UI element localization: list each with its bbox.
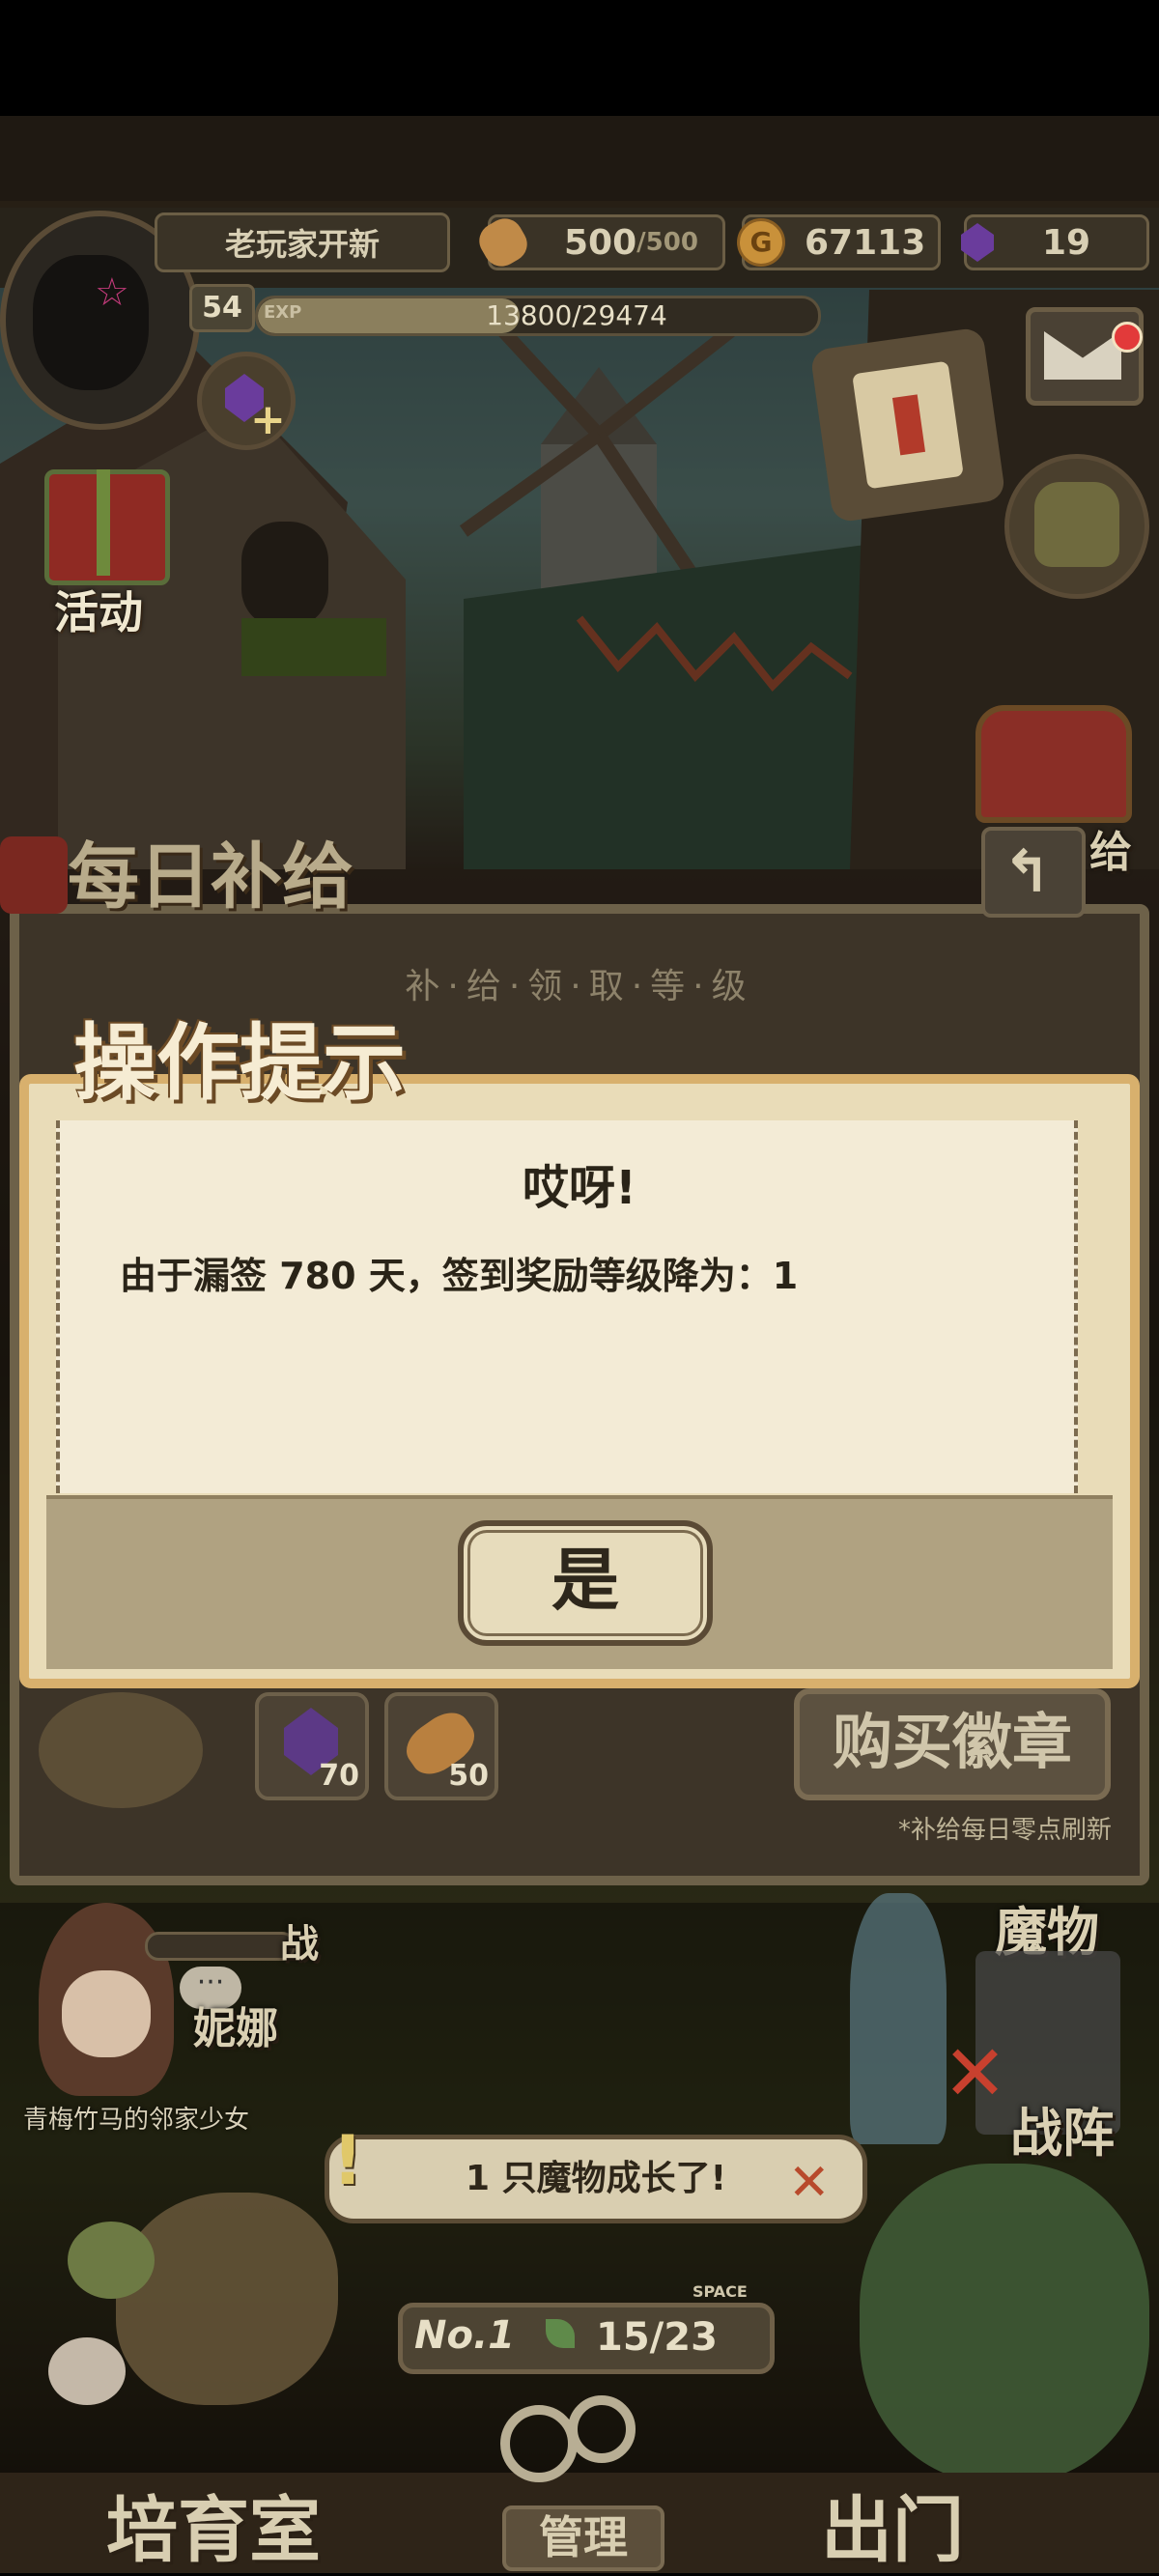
stamina-value: 500 [564, 222, 637, 263]
gem-icon [961, 223, 994, 262]
stamina-display: 500 /500 [472, 212, 725, 273]
battle-label: 战 [280, 1921, 319, 1967]
tree-decor [860, 2164, 1149, 2482]
player-name[interactable]: 老玩家开新 [155, 212, 450, 272]
status-bar [0, 0, 1159, 116]
player-level: 54 [189, 284, 255, 332]
supply-chest-icon [0, 836, 68, 914]
rank-label: No.1 [414, 2313, 515, 2358]
event-label: 活动 [54, 586, 143, 638]
gold-coin-icon: G [737, 218, 785, 267]
plus-icon: + [250, 395, 286, 444]
back-button[interactable]: ↰ [981, 827, 1086, 918]
gift-ribbon [97, 469, 110, 576]
dialog-message: 由于漏签 780 天，签到奖励等级降为：1 [120, 1255, 799, 1297]
manage-button[interactable]: 管理 [502, 2505, 664, 2571]
reward-count: 70 [319, 1759, 359, 1793]
space-count: 15/23 [596, 2315, 718, 2360]
mail-button[interactable] [1026, 307, 1144, 406]
close-icon[interactable]: ✕ [788, 2154, 831, 2212]
character-card[interactable] [19, 1893, 193, 2115]
gold-display: G 67113 [737, 214, 941, 270]
daily-supply-title: 每日补给 [68, 835, 353, 919]
notification-dot [1112, 322, 1143, 353]
exp-bar: EXP 13800/29474 [255, 296, 821, 336]
quest-scroll-button[interactable] [809, 326, 1006, 524]
exp-text: 13800/29474 [486, 299, 667, 331]
back-arrow-icon: ↰ [1003, 838, 1052, 906]
reward-count: 50 [448, 1759, 489, 1793]
reward-slot-bread[interactable]: 50 [384, 1692, 498, 1800]
gem-display: 19 [961, 214, 1149, 270]
breed-room-button[interactable]: 培育室 [106, 2473, 321, 2576]
reward-slot-gems[interactable]: 70 [255, 1692, 369, 1800]
keys-icon [491, 2386, 684, 2502]
gem-value: 19 [1042, 222, 1091, 263]
add-gem-button[interactable]: + [197, 352, 296, 450]
avatar-portrait [33, 255, 149, 390]
backpack-button[interactable] [1004, 454, 1149, 599]
envelope-icon [1044, 331, 1121, 380]
growth-notification[interactable]: 1 只魔物成长了! [325, 2135, 867, 2223]
monster-figure [850, 1893, 947, 2144]
event-button[interactable]: 活动 [15, 450, 199, 643]
character-hp-bar [145, 1932, 296, 1961]
dialog-heading: 哎呀! [523, 1161, 636, 1215]
star-icon: ☆ [95, 270, 129, 315]
space-label: SPACE [693, 2282, 748, 2301]
supply-label: 给 [1089, 828, 1132, 877]
refresh-note: *补给每日零点刷新 [898, 1816, 1113, 1845]
character-face [62, 1970, 151, 2057]
leaf-icon [546, 2319, 575, 2348]
crossed-swords-icon: ✕ [943, 2028, 1008, 2118]
exit-button[interactable]: 出门 [821, 2473, 964, 2576]
stamina-max: /500 [636, 228, 698, 257]
treasure-chest-button[interactable] [966, 695, 1132, 831]
character-description: 青梅竹马的邻家少女 [23, 2106, 250, 2135]
formation-label: 战阵 [1010, 2102, 1115, 2164]
raccoon-tail-decor [116, 2193, 338, 2405]
exp-label: EXP [264, 302, 302, 323]
dialog-title: 操作提示 [73, 1014, 406, 1112]
confirm-button[interactable]: 是 [458, 1520, 713, 1646]
exclamation-icon: ! [332, 2121, 363, 2200]
egg-swirl-icon [48, 2337, 126, 2405]
bread-basket-icon [39, 1692, 203, 1808]
character-name: 妮娜 [193, 2004, 278, 2053]
gold-value: 67113 [805, 222, 926, 263]
backpack-icon [1034, 482, 1119, 567]
buy-badge-button[interactable]: 购买徽章 [794, 1688, 1111, 1800]
egg-green-icon [68, 2222, 155, 2299]
chest-icon [975, 705, 1132, 823]
space-counter: No.1 15/23 SPACE [398, 2282, 775, 2374]
